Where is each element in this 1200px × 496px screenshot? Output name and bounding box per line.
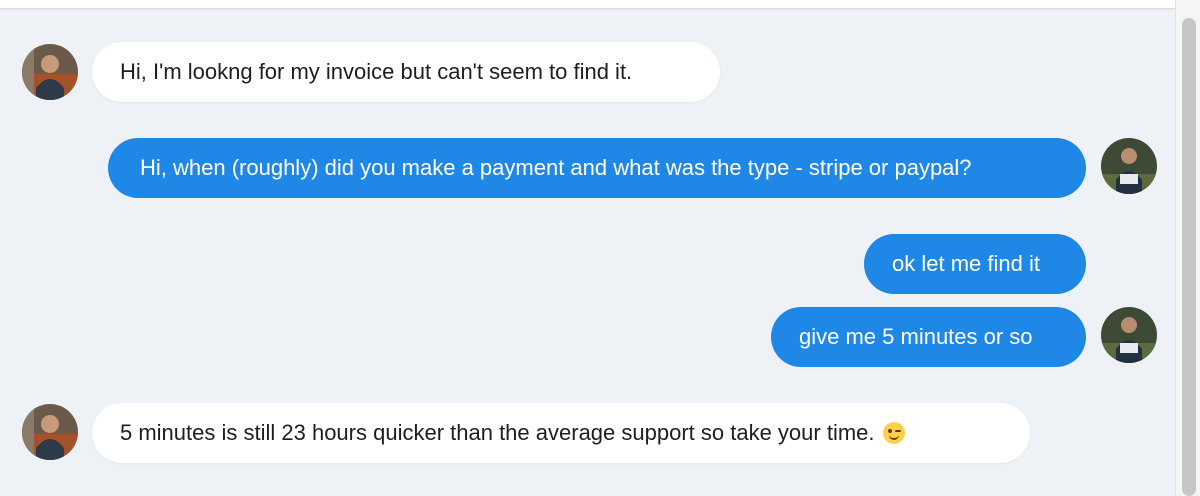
message-bubble-outgoing: give me 5 minutes or so [771,307,1086,367]
customer-avatar-icon [22,404,78,460]
agent-avatar [1101,307,1157,363]
agent-avatar-icon [1101,307,1157,363]
winking-face-icon [882,422,905,444]
message-text: 5 minutes is still 23 hours quicker than… [120,420,875,445]
message-bubble-incoming: Hi, I'm lookng for my invoice but can't … [92,42,720,102]
message-text: give me 5 minutes or so [799,324,1033,349]
scrollbar-track[interactable] [1175,0,1200,496]
message-bubble-incoming: 5 minutes is still 23 hours quicker than… [92,403,1030,463]
customer-avatar [22,44,78,100]
chat-window: Hi, I'm lookng for my invoice but can't … [0,0,1200,496]
customer-avatar-icon [22,44,78,100]
message-text: Hi, when (roughly) did you make a paymen… [140,155,972,180]
message-bubble-outgoing: Hi, when (roughly) did you make a paymen… [108,138,1086,198]
message-bubble-outgoing: ok let me find it [864,234,1086,294]
message-text: ok let me find it [892,251,1040,276]
agent-avatar [1101,138,1157,194]
chat-header-edge [0,0,1176,9]
scrollbar-thumb[interactable] [1182,18,1196,496]
customer-avatar [22,404,78,460]
agent-avatar-icon [1101,138,1157,194]
message-text: Hi, I'm lookng for my invoice but can't … [120,59,633,84]
